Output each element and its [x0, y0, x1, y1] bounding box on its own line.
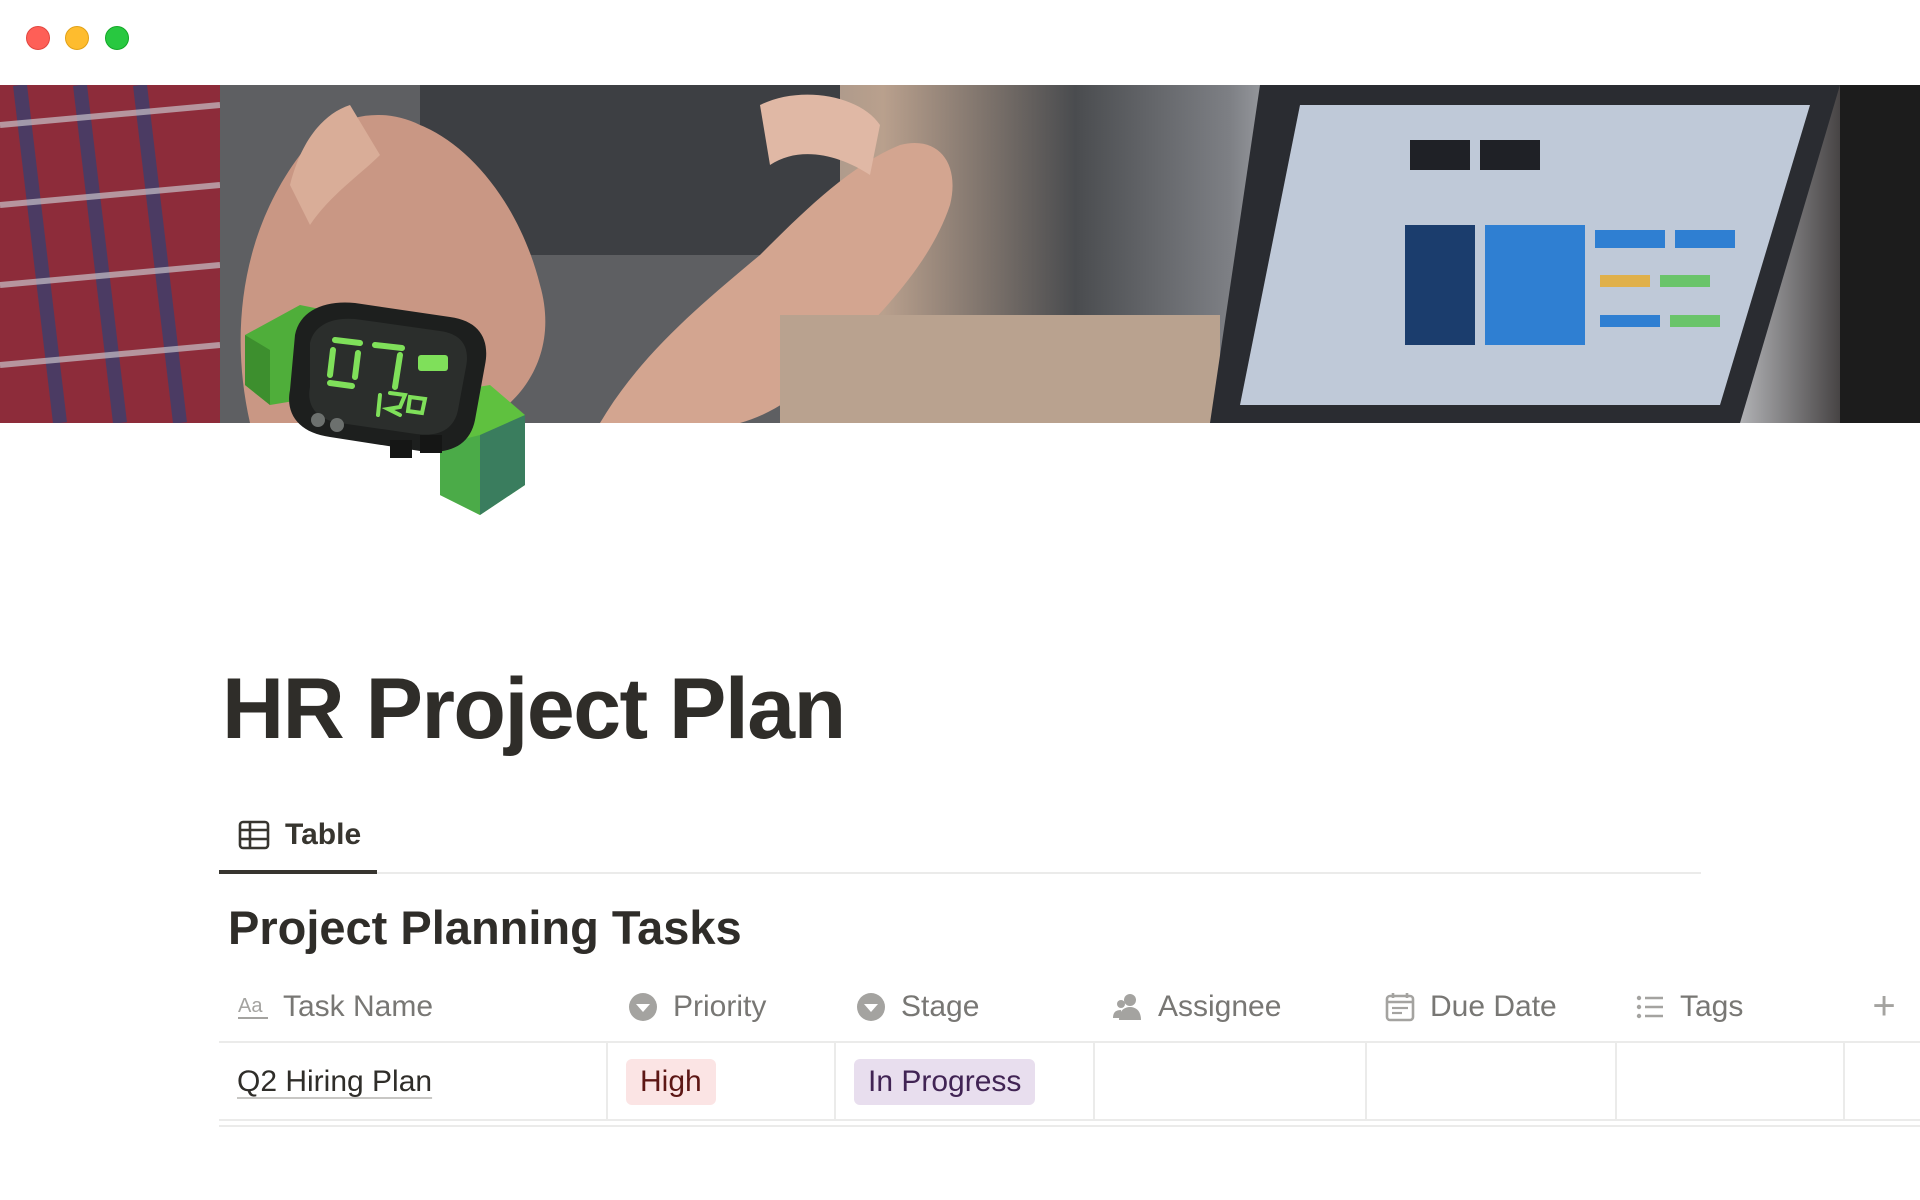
column-header-due-date[interactable]: Due Date	[1384, 970, 1557, 1043]
text-property-icon: Aa	[237, 991, 269, 1023]
tab-table-label: Table	[285, 818, 362, 851]
database-title[interactable]: Project Planning Tasks	[228, 900, 742, 955]
column-header-priority[interactable]: Priority	[627, 970, 766, 1043]
window-titlebar	[0, 0, 1920, 85]
stage-badge: In Progress	[854, 1059, 1036, 1105]
cell-assignee[interactable]	[1095, 1043, 1367, 1121]
select-property-icon	[627, 991, 659, 1023]
cell-due-date[interactable]	[1367, 1043, 1617, 1121]
column-label: Assignee	[1158, 989, 1282, 1023]
table-header-row: Aa Task Name Priority Stage Assignee Due…	[219, 970, 1920, 1043]
column-label: Stage	[901, 989, 980, 1023]
cell-priority[interactable]: High	[608, 1043, 836, 1121]
table-footer-divider	[219, 1123, 1920, 1127]
page-title[interactable]: HR Project Plan	[222, 660, 846, 759]
person-property-icon	[1112, 991, 1144, 1023]
cell-stage[interactable]: In Progress	[836, 1043, 1095, 1121]
task-name-link[interactable]: Q2 Hiring Plan	[237, 1065, 432, 1099]
cell-task-name[interactable]: Q2 Hiring Plan	[219, 1043, 608, 1121]
table-icon	[237, 818, 271, 852]
svg-text:Aa: Aa	[238, 995, 263, 1017]
column-label: Due Date	[1430, 989, 1557, 1023]
database-table: Aa Task Name Priority Stage Assignee Due…	[219, 970, 1920, 1127]
database-view-tabs: Table	[219, 800, 1701, 874]
table-row[interactable]: Q2 Hiring Plan High In Progress	[219, 1043, 1920, 1121]
priority-badge: High	[626, 1059, 716, 1105]
column-header-tags[interactable]: Tags	[1634, 970, 1743, 1043]
list-property-icon	[1634, 991, 1666, 1023]
column-label: Priority	[673, 989, 767, 1023]
column-header-task-name[interactable]: Aa Task Name	[237, 970, 433, 1043]
column-header-assignee[interactable]: Assignee	[1112, 970, 1281, 1043]
column-label: Tags	[1680, 989, 1744, 1023]
calendar-property-icon	[1384, 991, 1416, 1023]
cell-tags[interactable]	[1617, 1043, 1845, 1121]
select-property-icon	[855, 991, 887, 1023]
tab-table-view[interactable]: Table	[219, 800, 377, 874]
window-close-button[interactable]	[26, 26, 50, 50]
window-maximize-button[interactable]	[105, 26, 129, 50]
add-column-button[interactable]: +	[1864, 970, 1904, 1043]
column-header-stage[interactable]: Stage	[855, 970, 979, 1043]
column-label: Task Name	[283, 989, 434, 1023]
window-minimize-button[interactable]	[65, 26, 89, 50]
digital-watch-icon[interactable]	[240, 275, 530, 520]
